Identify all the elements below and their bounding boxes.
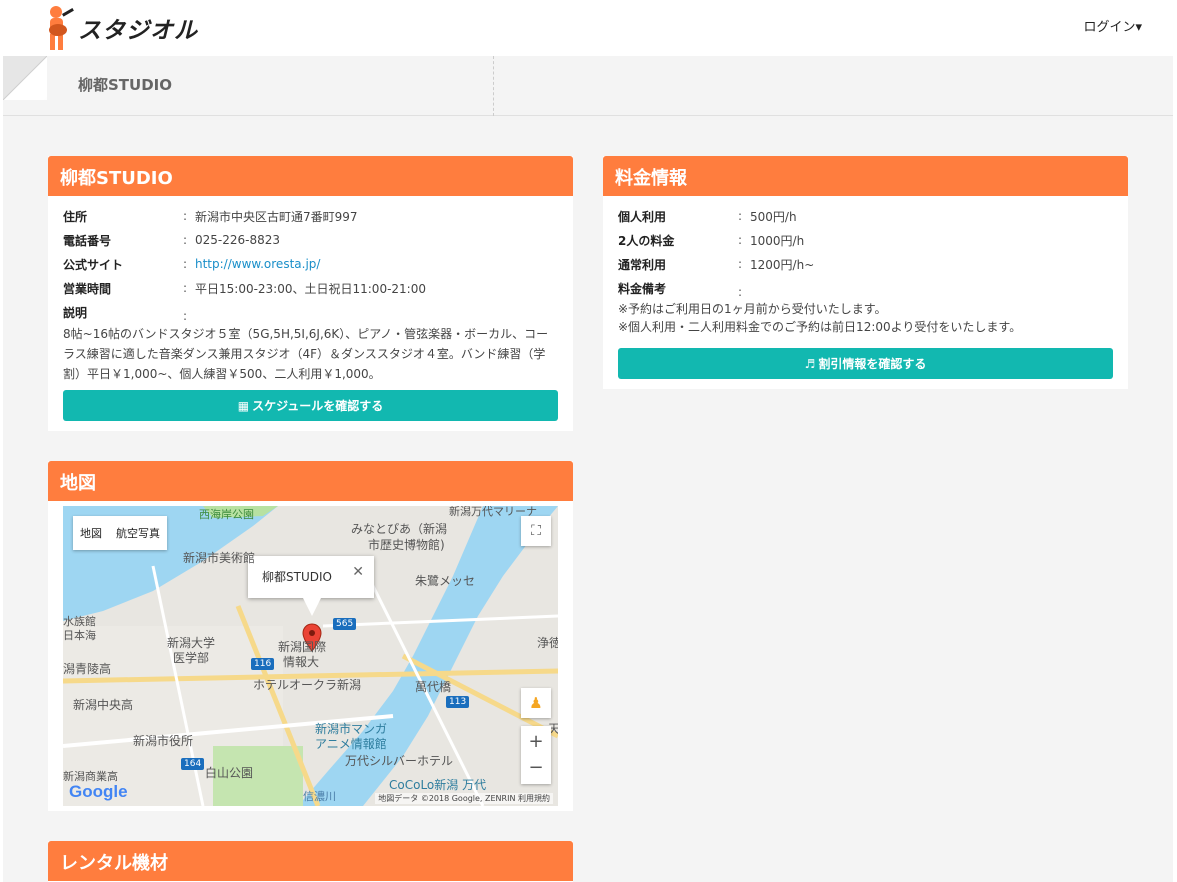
studio-card-title: 柳都STUDIO <box>48 156 573 196</box>
row-separator: : <box>738 209 743 223</box>
route-shield: 565 <box>333 618 357 630</box>
map-place-label: 新潟中央高 <box>73 698 134 712</box>
route-shield: 116 <box>251 658 275 670</box>
page-title: 柳都STUDIO <box>78 76 172 94</box>
map-place-label: 西海岸公園 <box>199 508 254 521</box>
login-dropdown[interactable]: ログイン▾ <box>1083 16 1142 35</box>
close-icon[interactable]: ✕ <box>352 564 364 580</box>
studio-description: 8帖~16帖のバンドスタジオ５室（5G,5H,5I,6J,6K）、ピアノ・管弦楽… <box>63 327 549 381</box>
row-key: 電話番号 <box>63 233 112 248</box>
website-link[interactable]: http://www.oresta.jp/ <box>195 257 320 271</box>
map-place-label: ホテルオークラ新潟 <box>253 678 362 692</box>
row-key: 営業時間 <box>63 281 112 296</box>
map-info-popup: 柳都STUDIO ✕ <box>248 556 374 598</box>
guitarist-logo-icon <box>40 4 76 52</box>
map-place-label: アニメ情報館 <box>315 737 387 751</box>
row-key: 個人利用 <box>618 209 667 224</box>
row-separator: : <box>183 233 188 247</box>
price-info-card: 料金情報 個人利用 : 500円/h 2人の料金 : 1000円/h 通常利用 … <box>603 156 1128 389</box>
price-row-two-people: 2人の料金 : 1000円/h <box>618 228 1113 252</box>
popup-pointer-icon <box>303 598 321 616</box>
map-tab-map[interactable]: 地図 <box>73 516 109 550</box>
map-place-label: みなとぴあ（新潟 <box>351 522 448 536</box>
map-place-label: 情報大 <box>283 655 320 669</box>
site-logo[interactable]: スタジオル <box>40 4 198 52</box>
info-row-address: 住所 : 新潟市中央区古町通7番町997 <box>63 204 558 228</box>
row-separator: : <box>738 233 743 247</box>
row-value: 1200円/h~ <box>750 257 815 272</box>
schedule-button[interactable]: ▦ スケジュールを確認する <box>63 390 558 421</box>
row-separator: : <box>738 285 743 299</box>
map-place-label: 万代シルバーホテル <box>345 754 454 768</box>
map-place-label: 新潟市美術館 <box>183 551 256 565</box>
price-row-regular: 通常利用 : 1200円/h~ <box>618 252 1113 276</box>
map-place-label: 医学部 <box>173 651 210 665</box>
info-row-phone: 電話番号 : 025-226-8823 <box>63 228 558 252</box>
row-value: 025-226-8823 <box>195 233 281 247</box>
row-key: 住所 <box>63 209 88 224</box>
row-key: 料金備考 <box>618 281 667 296</box>
row-separator: : <box>183 281 188 295</box>
rental-card-title: レンタル機材 <box>48 841 573 881</box>
row-separator: : <box>183 209 188 223</box>
calendar-icon: ▦ <box>237 398 250 413</box>
row-value: 新潟市中央区古町通7番町997 <box>195 209 358 224</box>
map-place-label: 浄徳 <box>537 636 558 650</box>
google-logo: Google <box>69 782 128 801</box>
discount-button-label: 割引情報を確認する <box>818 357 927 371</box>
map-place-label: 朱鷺メッセ <box>415 574 476 588</box>
route-shield: 113 <box>446 696 470 708</box>
fullscreen-icon[interactable]: ⛶ <box>521 516 551 546</box>
price-card-title: 料金情報 <box>603 156 1128 196</box>
zoom-out-icon[interactable]: − <box>528 755 543 781</box>
row-key: 公式サイト <box>63 257 124 272</box>
row-separator: : <box>183 309 188 323</box>
map-card: 地図 地図 航空写真 柳都STUDIO ✕ 西海岸公園 みなとぴあ（新潟 市歴史… <box>48 461 573 811</box>
map-place-label: 萬代橋 <box>415 680 452 694</box>
music-note-icon: ♬ <box>804 356 816 371</box>
price-row-individual: 個人利用 : 500円/h <box>618 204 1113 228</box>
row-value: 500円/h <box>750 209 797 224</box>
page-corner-icon <box>2 55 48 101</box>
row-key: 説明 <box>63 305 88 320</box>
google-map[interactable]: 地図 航空写真 柳都STUDIO ✕ 西海岸公園 みなとぴあ（新潟 市歴史博物館… <box>63 506 558 806</box>
divider <box>493 56 494 116</box>
map-place-label: 日本海 <box>63 629 96 642</box>
route-shield: 164 <box>181 758 205 770</box>
row-key: 2人の料金 <box>618 233 675 248</box>
zoom-control: + − <box>521 726 551 784</box>
price-note: ※個人利用・二人利用料金でのご予約は前日12:00より受付をいたします。 <box>618 320 1022 334</box>
rental-equipment-card: レンタル機材 <box>48 841 573 882</box>
pegman-icon[interactable]: ♟ <box>521 688 551 718</box>
map-type-control: 地図 航空写真 <box>73 516 167 550</box>
zoom-in-icon[interactable]: + <box>528 729 543 755</box>
price-note: ※予約はご利用日の1ヶ月前から受付いたします。 <box>618 302 887 316</box>
map-attribution[interactable]: 地図データ ©2018 Google, ZENRIN 利用規約 <box>375 793 553 804</box>
map-card-title: 地図 <box>48 461 573 501</box>
row-value: 1000円/h <box>750 233 805 248</box>
info-row-website: 公式サイト : http://www.oresta.jp/ <box>63 252 558 276</box>
info-row-description: 説明 : <box>63 300 558 324</box>
studio-info-card: 柳都STUDIO 住所 : 新潟市中央区古町通7番町997 電話番号 : 025… <box>48 156 573 431</box>
discount-button[interactable]: ♬ 割引情報を確認する <box>618 348 1113 379</box>
row-value: 平日15:00-23:00、土日祝日11:00-21:00 <box>195 281 426 296</box>
info-row-hours: 営業時間 : 平日15:00-23:00、土日祝日11:00-21:00 <box>63 276 558 300</box>
row-key: 通常利用 <box>618 257 667 272</box>
schedule-button-label: スケジュールを確認する <box>252 399 384 413</box>
map-place-label: 信濃川 <box>303 790 336 803</box>
row-separator: : <box>738 257 743 271</box>
row-separator: : <box>183 257 188 271</box>
map-place-label: 白山公園 <box>205 766 254 780</box>
map-place-label: CoCoLo新潟 万代 <box>389 778 487 792</box>
logo-text: スタジオル <box>78 18 198 44</box>
map-place-label: 潟青陵高 <box>63 662 112 676</box>
popup-title: 柳都STUDIO <box>262 570 332 584</box>
map-tab-satellite[interactable]: 航空写真 <box>109 516 167 550</box>
page-title-bar: 柳都STUDIO <box>2 55 1173 116</box>
map-place-label: 新潟市役所 <box>133 734 194 748</box>
top-header: スタジオル ログイン▾ <box>0 0 1177 56</box>
price-notes: ※予約はご利用日の1ヶ月前から受付いたします。 ※個人利用・二人利用料金でのご予… <box>603 300 1128 336</box>
map-place-label: 市歴史博物館) <box>368 538 445 552</box>
price-row-notes: 料金備考 : <box>618 276 1113 300</box>
